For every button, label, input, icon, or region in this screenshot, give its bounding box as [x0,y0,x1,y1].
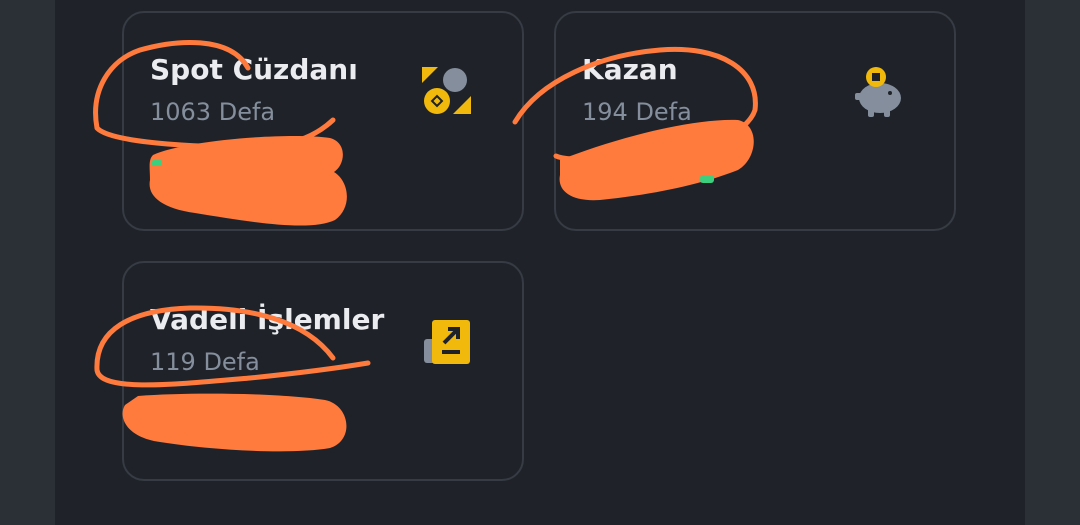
wallet-card-vadeli[interactable]: Vadeli İşlemler 119 Defa [122,261,524,481]
wallet-card-kazan[interactable]: Kazan 194 Defa [554,11,956,231]
piggy-bank-icon [854,67,904,117]
card-usage-count: 119 Defa [150,348,260,376]
spot-wallet-icon [422,67,472,117]
card-usage-count: 194 Defa [582,98,692,126]
wallet-card-spot[interactable]: Spot Cüzdanı 1063 Defa [122,11,524,231]
card-title: Kazan [582,53,678,86]
card-title: Vadeli İşlemler [150,303,385,336]
futures-icon [422,317,472,367]
card-title: Spot Cüzdanı [150,53,358,86]
card-usage-count: 1063 Defa [150,98,276,126]
page: Spot Cüzdanı 1063 Defa Kazan 194 Defa Va… [0,0,1080,525]
